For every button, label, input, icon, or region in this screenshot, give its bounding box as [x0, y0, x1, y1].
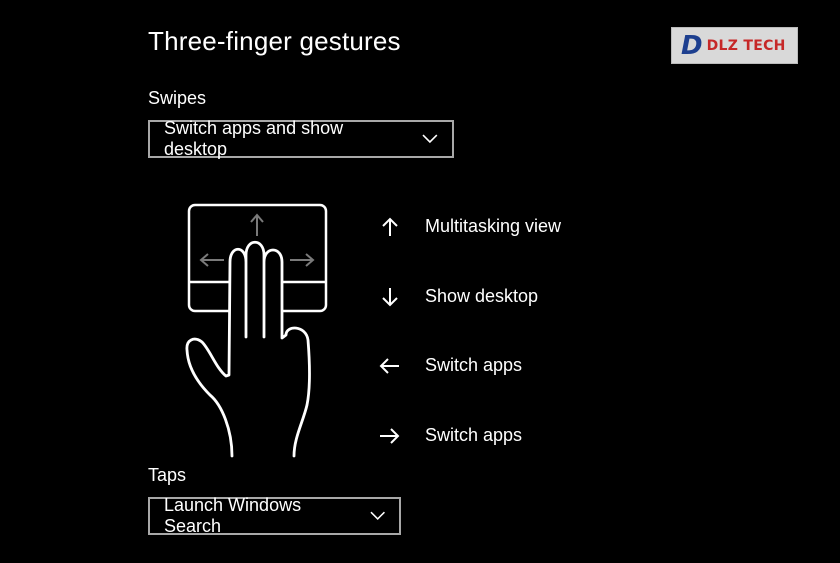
gesture-label: Show desktop	[425, 286, 539, 306]
gesture-label: Switch apps	[425, 425, 523, 445]
three-finger-swipe-illustration	[185, 203, 328, 458]
taps-dropdown-value: Launch Windows Search	[164, 495, 302, 536]
logo-text: DLZ TECH	[706, 37, 786, 54]
arrow-down-icon	[382, 287, 398, 306]
gesture-swipe-right: Switch apps	[378, 425, 522, 446]
swipes-dropdown[interactable]: Switch apps and show desktop	[148, 118, 454, 159]
swipes-dropdown-value: Switch apps and show desktop	[164, 118, 344, 159]
page-title: Three-finger gestures	[148, 26, 401, 56]
gesture-label: Multitasking view	[425, 216, 562, 236]
chevron-down-icon	[370, 511, 385, 520]
arrow-right-icon	[380, 427, 400, 444]
hand-icon	[185, 240, 311, 458]
arrow-left-icon	[379, 357, 399, 374]
taps-label: Taps	[148, 465, 187, 485]
chevron-down-icon	[422, 134, 438, 144]
gesture-swipe-down: Show desktop	[378, 286, 538, 307]
gesture-swipe-left: Switch apps	[378, 355, 522, 376]
gesture-swipe-up: Multitasking view	[378, 216, 561, 237]
dlz-tech-logo: D DLZ TECH	[671, 27, 798, 64]
logo-mark: D	[681, 30, 703, 61]
gesture-label: Switch apps	[425, 355, 523, 375]
arrow-up-icon	[382, 217, 398, 236]
swipes-label: Swipes	[148, 88, 207, 108]
taps-dropdown[interactable]: Launch Windows Search	[148, 495, 401, 536]
